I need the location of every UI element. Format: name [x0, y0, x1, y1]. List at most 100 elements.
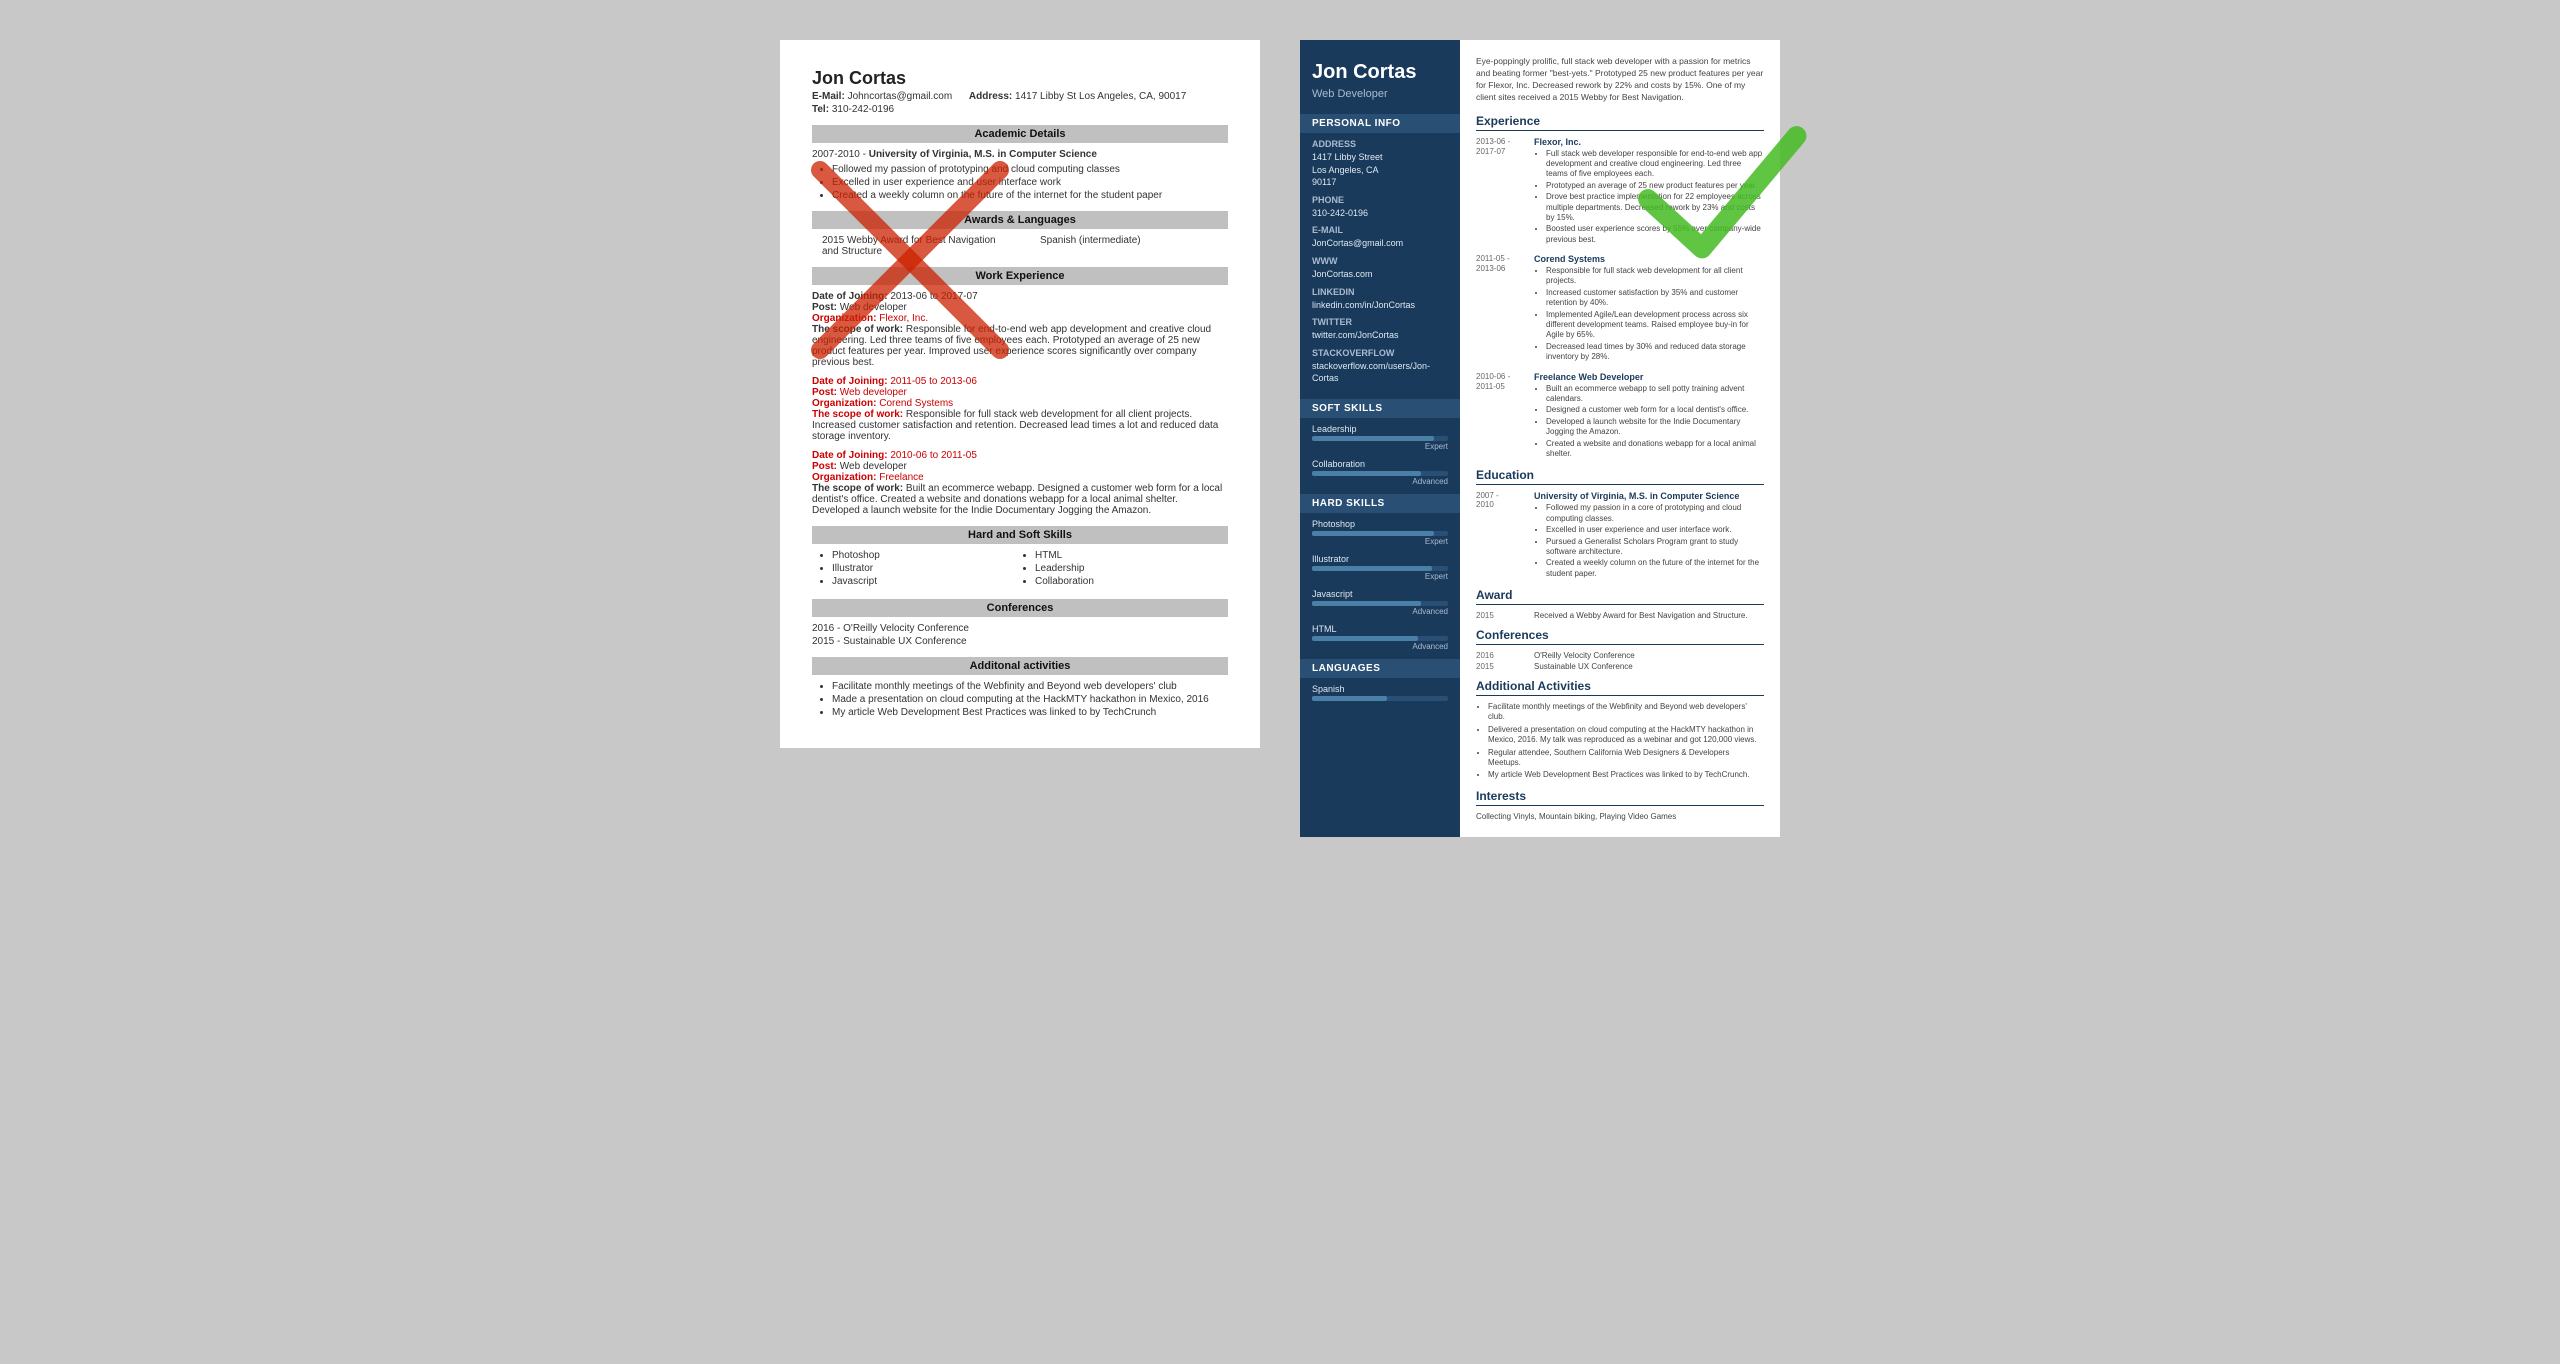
conf-1-name: O'Reilly Velocity Conference — [1534, 651, 1635, 660]
skill-5: Leadership — [1035, 563, 1228, 574]
exp-corend-b2: Increased customer satisfaction by 35% a… — [1546, 288, 1764, 309]
skill-4: HTML — [1035, 550, 1228, 561]
right-experience-header: Experience — [1476, 114, 1764, 131]
right-education-header: Education — [1476, 468, 1764, 485]
section-conferences: Conferences — [812, 599, 1228, 617]
conf-1: 2016 - O'Reilly Velocity Conference — [812, 623, 1228, 634]
conf-1-year: 2016 — [1476, 651, 1526, 660]
edu-uva-b2: Excelled in user experience and user int… — [1546, 525, 1764, 535]
sidebar-phone-label: Phone — [1312, 195, 1448, 205]
skill-collaboration-bar-bg — [1312, 471, 1448, 476]
skill-collaboration-level: Advanced — [1312, 477, 1448, 486]
sidebar-personal-header: Personal Info — [1300, 114, 1460, 133]
skill-leadership-name: Leadership — [1312, 424, 1448, 434]
sidebar-skill-html: HTML Advanced — [1300, 624, 1460, 659]
skill-6: Collaboration — [1035, 576, 1228, 587]
skill-leadership-level: Expert — [1312, 442, 1448, 451]
work-3-scope: The scope of work: Built an ecommerce we… — [812, 483, 1228, 516]
skill-3: Javascript — [832, 576, 1025, 587]
exp-flexor-b1: Full stack web developer responsible for… — [1546, 149, 1764, 180]
exp-flexor-dates: 2013-06 -2017-07 — [1476, 137, 1526, 247]
sidebar-lang-spanish: Spanish — [1300, 684, 1460, 709]
exp-entry-corend: 2011-05 -2013-06 Corend Systems Responsi… — [1476, 254, 1764, 364]
work-entry-2: Date of Joining: 2011-05 to 2013-06 Post… — [812, 376, 1228, 442]
edu-uva-b1: Followed my passion in a core of prototy… — [1546, 503, 1764, 524]
sidebar-profile-header: Jon Cortas Web Developer — [1300, 40, 1460, 114]
sidebar-www-label: WWW — [1312, 256, 1448, 266]
sidebar-so-label: StackOverflow — [1312, 348, 1448, 358]
lang-spanish-bar-fill — [1312, 696, 1387, 701]
exp-freelance-b3: Developed a launch website for the Indie… — [1546, 417, 1764, 438]
work-2-org: Organization: Corend Systems — [812, 398, 1228, 409]
right-main: Eye-poppingly prolific, full stack web d… — [1460, 40, 1780, 837]
exp-freelance-bullets: Built an ecommerce webapp to sell potty … — [1534, 384, 1764, 460]
academic-bullets: Followed my passion of prototyping and c… — [812, 164, 1228, 201]
sidebar-soft-skills-header: Soft Skills — [1300, 399, 1460, 418]
sidebar-email-label: E-mail — [1312, 225, 1448, 235]
right-interests-header: Interests — [1476, 789, 1764, 806]
academic-bullet-2: Excelled in user experience and user int… — [832, 177, 1228, 188]
skill-photoshop-bar-fill — [1312, 531, 1434, 536]
exp-freelance-b2: Designed a customer web form for a local… — [1546, 405, 1764, 415]
academic-degree: University of Virginia, M.S. in Computer… — [869, 149, 1097, 160]
lang-spanish-name: Spanish — [1312, 684, 1448, 694]
skill-javascript-name: Javascript — [1312, 589, 1448, 599]
exp-freelance-b4: Created a website and donations webapp f… — [1546, 439, 1764, 460]
sidebar-email-value: JonCortas@gmail.com — [1312, 237, 1448, 250]
activity-2: Made a presentation on cloud computing a… — [832, 694, 1228, 705]
section-awards: Awards & Languages — [812, 211, 1228, 229]
exp-freelance-company: Freelance Web Developer — [1534, 372, 1764, 382]
conf-2-year: 2015 — [1476, 662, 1526, 671]
activity-right-2: Delivered a presentation on cloud comput… — [1488, 725, 1764, 746]
section-academic: Academic Details — [812, 125, 1228, 143]
exp-corend-dates: 2011-05 -2013-06 — [1476, 254, 1526, 364]
activity-right-4: My article Web Development Best Practice… — [1488, 770, 1764, 780]
exp-flexor-company: Flexor, Inc. — [1534, 137, 1764, 147]
left-name: Jon Cortas — [812, 68, 1228, 89]
left-resume: Jon Cortas E-Mail: Johncortas@gmail.com … — [780, 40, 1260, 748]
skill-javascript-bar-bg — [1312, 601, 1448, 606]
sidebar-so-value: stackoverflow.com/users/Jon-Cortas — [1312, 360, 1448, 385]
left-header: Jon Cortas E-Mail: Johncortas@gmail.com … — [812, 68, 1228, 115]
left-address: 1417 Libby St Los Angeles, CA, 90017 — [1015, 91, 1186, 102]
sidebar-linkedin-label: LinkedIn — [1312, 287, 1448, 297]
conf-2-name: Sustainable UX Conference — [1534, 662, 1633, 671]
sidebar-languages-header: Languages — [1300, 659, 1460, 678]
right-resume-wrapper: Jon Cortas Web Developer Personal Info A… — [1300, 40, 1780, 837]
exp-corend-b3: Implemented Agile/Lean development proce… — [1546, 310, 1764, 341]
sidebar-twitter-label: Twitter — [1312, 317, 1448, 327]
skill-photoshop-name: Photoshop — [1312, 519, 1448, 529]
edu-uva-bullets: Followed my passion in a core of prototy… — [1534, 503, 1764, 579]
exp-entry-flexor: 2013-06 -2017-07 Flexor, Inc. Full stack… — [1476, 137, 1764, 247]
exp-corend-b4: Decreased lead times by 30% and reduced … — [1546, 342, 1764, 363]
right-activities-header: Additional Activities — [1476, 679, 1764, 696]
lang-spanish-bar-bg — [1312, 696, 1448, 701]
exp-freelance-dates: 2010-06 -2011-05 — [1476, 372, 1526, 461]
sidebar-www-value: JonCortas.com — [1312, 268, 1448, 281]
edu-entry-uva: 2007 -2010 University of Virginia, M.S. … — [1476, 491, 1764, 580]
left-tel-label: Tel: — [812, 104, 829, 115]
left-contact-email: E-Mail: Johncortas@gmail.com Address: 14… — [812, 91, 1228, 102]
sidebar-address-block: Address 1417 Libby StreetLos Angeles, CA… — [1300, 139, 1460, 399]
sidebar-skill-collaboration: Collaboration Advanced — [1300, 459, 1460, 494]
award-left: 2015 Webby Award for Best Navigation and… — [822, 235, 1000, 257]
exp-entry-freelance: 2010-06 -2011-05 Freelance Web Developer… — [1476, 372, 1764, 461]
right-conferences-header: Conferences — [1476, 628, 1764, 645]
exp-corend-b1: Responsible for full stack web developme… — [1546, 266, 1764, 287]
academic-bullet-1: Followed my passion of prototyping and c… — [832, 164, 1228, 175]
sidebar-name: Jon Cortas — [1312, 60, 1448, 84]
sidebar-title: Web Developer — [1312, 88, 1448, 100]
work-1-scope: The scope of work: Responsible for end-t… — [812, 324, 1228, 368]
work-2-post: Post: Web developer — [812, 387, 1228, 398]
edu-uva-b4: Created a weekly column on the future of… — [1546, 558, 1764, 579]
left-tel: 310-242-0196 — [832, 104, 894, 115]
left-email-label: E-Mail: — [812, 91, 845, 102]
work-3-date: Date of Joining: 2010-06 to 2011-05 — [812, 450, 1228, 461]
skill-html-level: Advanced — [1312, 642, 1448, 651]
section-skills: Hard and Soft Skills — [812, 526, 1228, 544]
skill-html-bar-fill — [1312, 636, 1418, 641]
edu-uva-content: University of Virginia, M.S. in Computer… — [1534, 491, 1764, 580]
page-wrapper: Jon Cortas E-Mail: Johncortas@gmail.com … — [780, 40, 1780, 837]
conf-entry-2: 2015 Sustainable UX Conference — [1476, 662, 1764, 671]
sidebar-linkedin-value: linkedin.com/in/JonCortas — [1312, 299, 1448, 312]
